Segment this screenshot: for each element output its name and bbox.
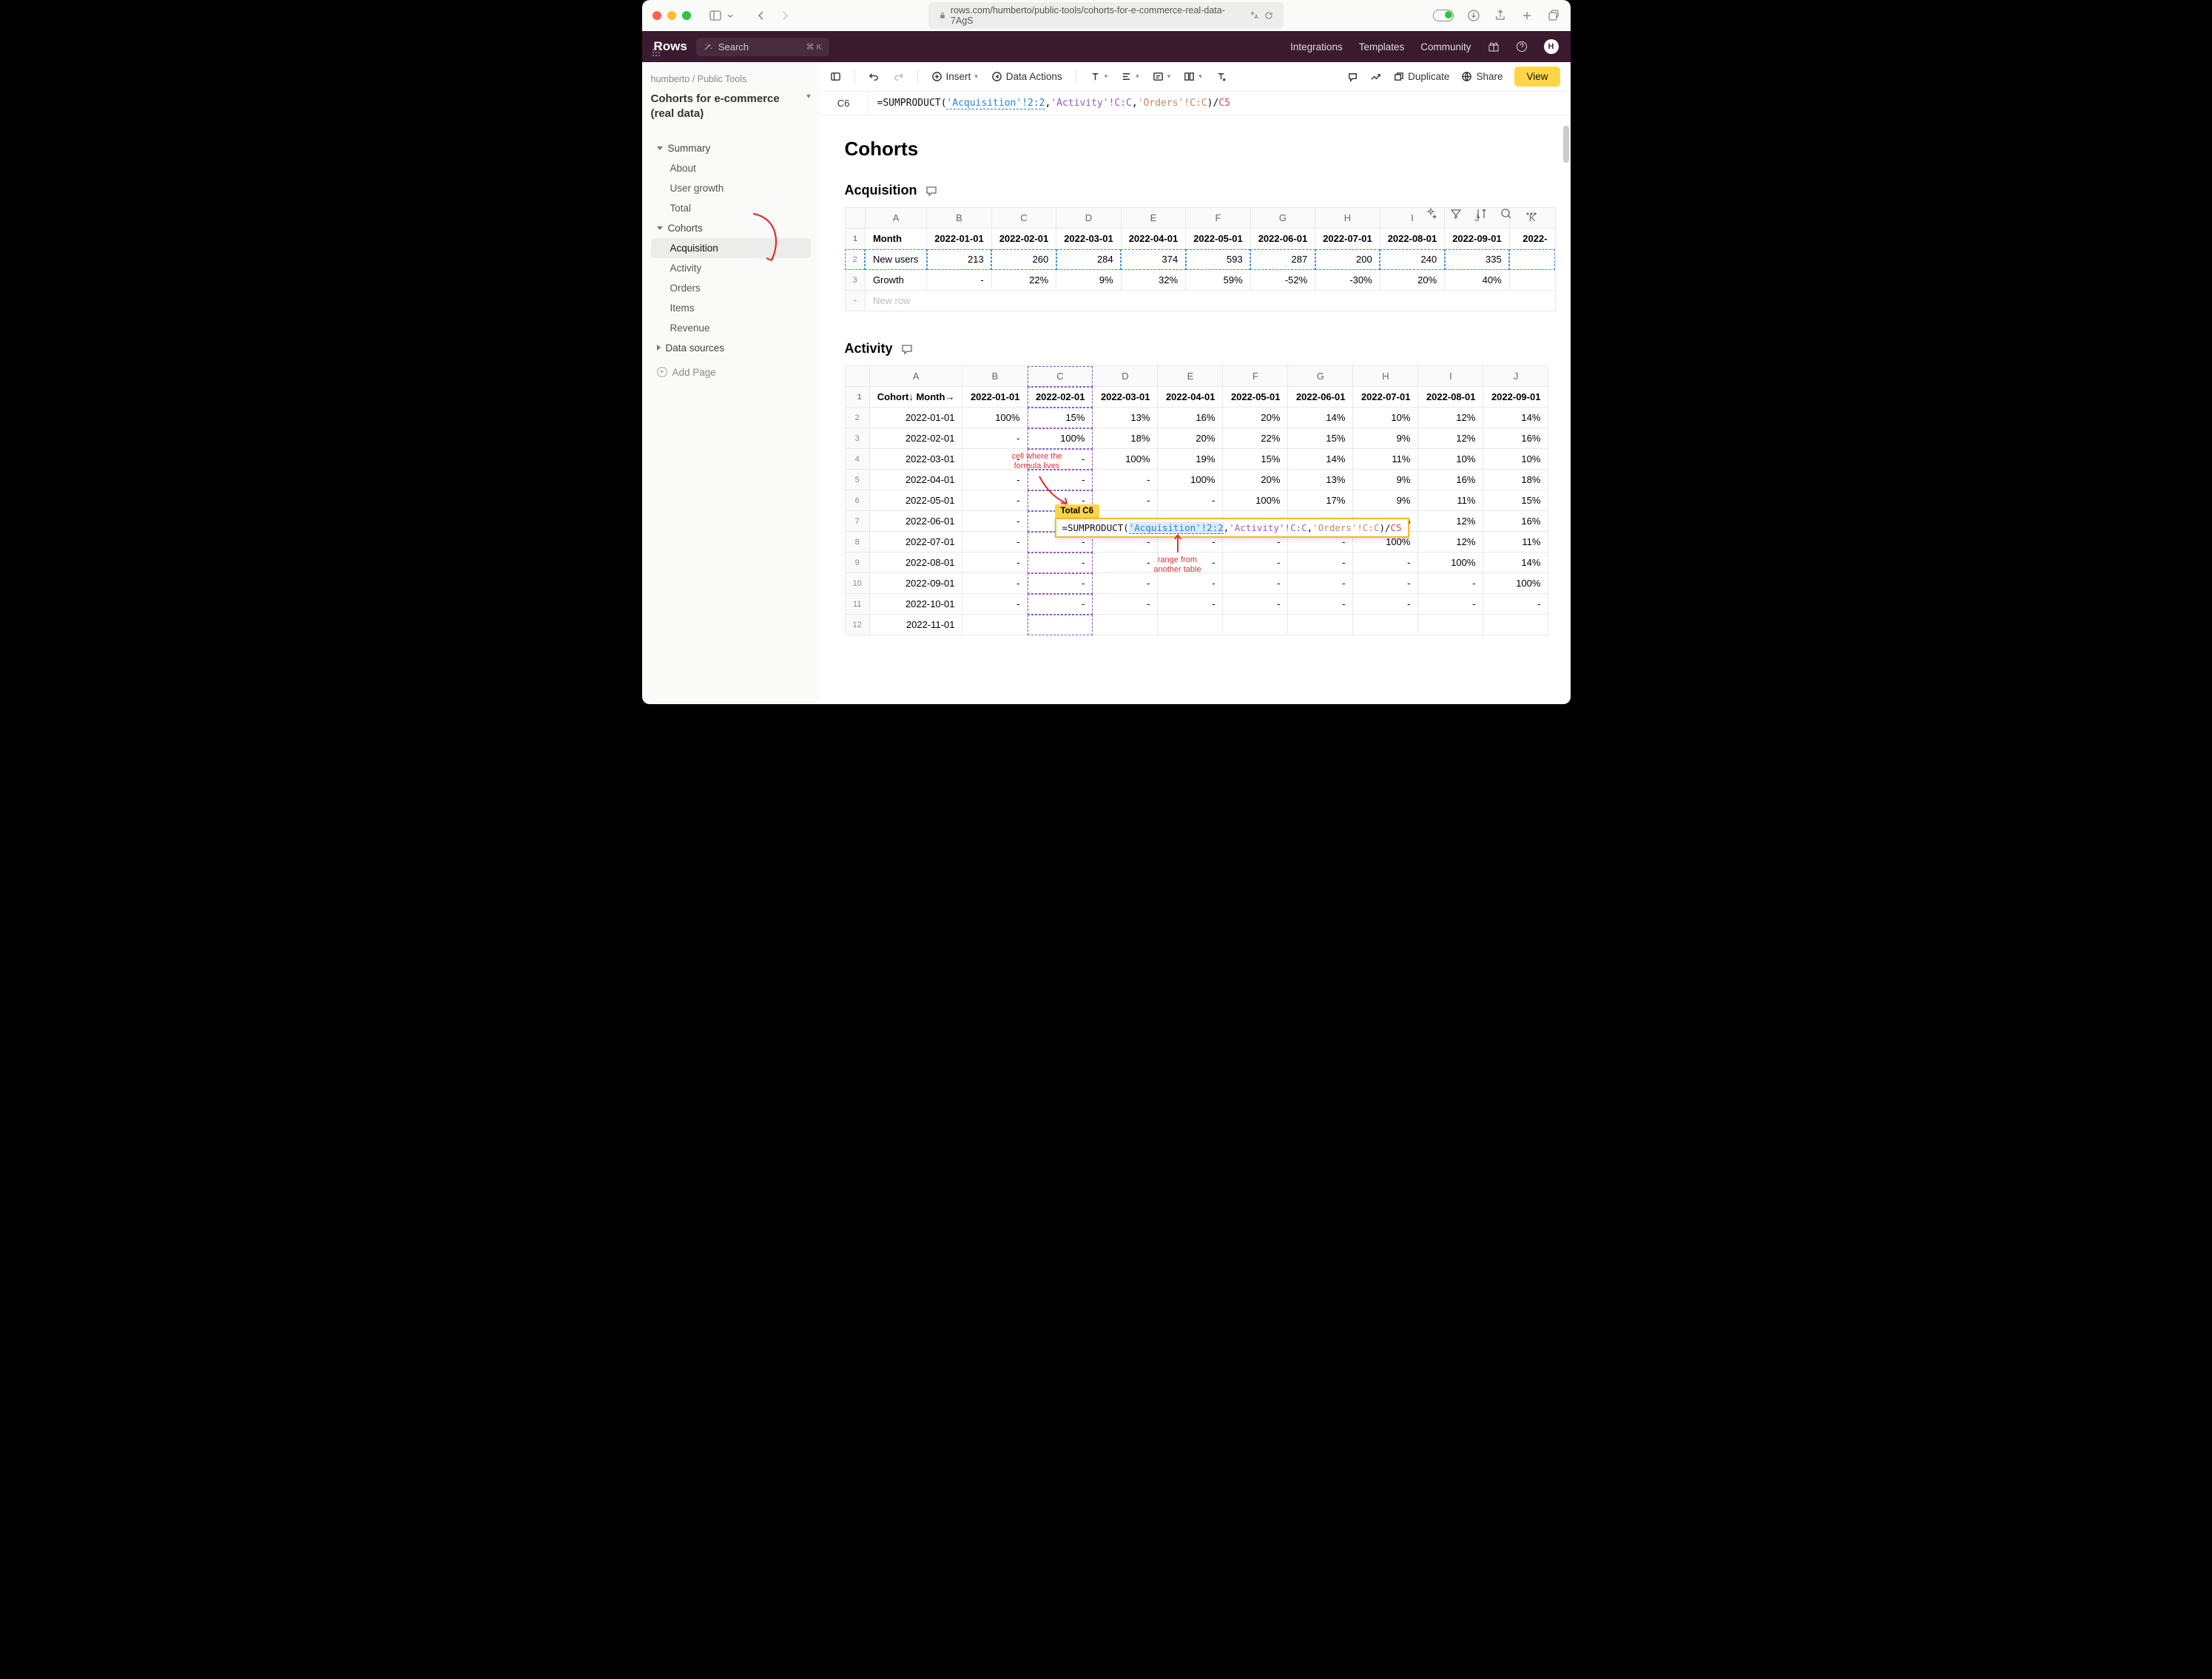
text-format-button[interactable]: ▾ <box>1090 71 1108 82</box>
forward-icon <box>778 9 792 22</box>
data-actions-button[interactable]: Data Actions <box>991 71 1062 82</box>
search-placeholder: Search <box>718 41 749 53</box>
gift-icon[interactable] <box>1488 41 1500 53</box>
sidebar-add-page[interactable]: +Add Page <box>651 362 811 382</box>
merge-button[interactable]: ▾ <box>1184 71 1202 82</box>
lock-icon <box>939 12 946 19</box>
panel-toggle-icon[interactable] <box>830 71 841 82</box>
document-title: Cohorts for e-commerce (real data) ▾ <box>651 92 811 122</box>
redo-button[interactable] <box>893 71 904 82</box>
share-icon[interactable] <box>1494 9 1507 22</box>
app-header: Rows Search ⌘ K Integrations Templates C… <box>642 31 1571 62</box>
more-icon[interactable] <box>1525 207 1538 220</box>
formula-text[interactable]: =SUMPRODUCT('Acquisition'!2:2,'Activity'… <box>869 98 1230 109</box>
sort-icon[interactable] <box>1474 207 1488 220</box>
sidebar-item-user-growth[interactable]: User growth <box>651 178 811 198</box>
close-window-button[interactable] <box>653 11 661 20</box>
wrap-button[interactable]: ▾ <box>1153 71 1171 82</box>
search-kbd: ⌘ K <box>806 42 821 52</box>
toolbar: Insert▾ Data Actions ▾ ▾ ▾ ▾ Duplicate S… <box>820 62 1571 92</box>
wand-icon <box>704 42 712 51</box>
sidebar-item-items[interactable]: Items <box>651 298 811 318</box>
formula-bar[interactable]: C6 =SUMPRODUCT('Acquisition'!2:2,'Activi… <box>820 92 1571 115</box>
sidebar-item-revenue[interactable]: Revenue <box>651 318 811 338</box>
tabs-icon[interactable] <box>1547 9 1560 22</box>
reload-icon[interactable] <box>1264 11 1273 20</box>
scrollbar[interactable] <box>1563 126 1569 163</box>
sidebar-item-data-sources[interactable]: Data sources <box>651 338 811 358</box>
back-icon[interactable] <box>755 9 768 22</box>
section-title-acquisition: Acquisition <box>845 183 1556 198</box>
download-icon[interactable] <box>1467 9 1480 22</box>
search-input[interactable]: Search ⌘ K <box>696 38 829 56</box>
sidebar-item-acquisition[interactable]: Acquisition <box>651 238 811 258</box>
sidebar-item-orders[interactable]: Orders <box>651 278 811 298</box>
sidebar-item-about[interactable]: About <box>651 158 811 178</box>
sidebar-item-summary[interactable]: Summary <box>651 138 811 158</box>
view-button[interactable]: View <box>1514 67 1559 87</box>
clear-format-button[interactable] <box>1215 71 1227 82</box>
comment-icon[interactable] <box>900 342 914 356</box>
section-title-activity: Activity <box>845 341 1556 357</box>
filter-icon[interactable] <box>1449 207 1463 220</box>
cell-reference[interactable]: C6 <box>820 92 869 115</box>
extension-toggle[interactable] <box>1433 10 1454 21</box>
trend-icon[interactable] <box>1370 71 1381 82</box>
browser-titlebar: rows.com/humberto/public-tools/cohorts-f… <box>642 0 1571 31</box>
align-button[interactable]: ▾ <box>1121 71 1139 82</box>
cell-tooltip: Total C6 <box>1055 504 1100 518</box>
main-content: Insert▾ Data Actions ▾ ▾ ▾ ▾ Duplicate S… <box>820 62 1571 704</box>
url-bar[interactable]: rows.com/humberto/public-tools/cohorts-f… <box>928 2 1284 29</box>
nav-templates[interactable]: Templates <box>1359 41 1405 53</box>
comment-icon[interactable] <box>925 184 938 197</box>
comment-icon[interactable] <box>1347 71 1358 82</box>
maximize-window-button[interactable] <box>682 11 691 20</box>
sidebar-item-cohorts[interactable]: Cohorts <box>651 218 811 238</box>
sidebar-toggle-icon[interactable] <box>709 9 722 22</box>
avatar[interactable]: H <box>1544 39 1559 54</box>
insert-button[interactable]: Insert▾ <box>931 71 978 82</box>
activity-table[interactable]: ABCDEFGHIJ1Cohort↓ Month→2022-01-012022-… <box>845 365 1549 635</box>
breadcrumb[interactable]: humberto / Public Tools <box>651 74 811 84</box>
nav-integrations[interactable]: Integrations <box>1290 41 1343 53</box>
sidebar: humberto / Public Tools Cohorts for e-co… <box>642 62 820 704</box>
sidebar-item-activity[interactable]: Activity <box>651 258 811 278</box>
chevron-down-icon[interactable] <box>726 9 734 22</box>
duplicate-button[interactable]: Duplicate <box>1393 71 1449 82</box>
undo-button[interactable] <box>869 71 880 82</box>
translate-icon[interactable] <box>1250 11 1258 20</box>
search-icon[interactable] <box>1500 207 1513 220</box>
sidebar-item-total[interactable]: Total <box>651 198 811 218</box>
app-grid-icon[interactable] <box>653 49 660 56</box>
share-button[interactable]: Share <box>1461 71 1503 82</box>
page-title: Cohorts <box>845 138 1556 161</box>
sparkle-icon[interactable] <box>1424 207 1437 220</box>
new-tab-icon[interactable] <box>1520 9 1534 22</box>
url-text: rows.com/humberto/public-tools/cohorts-f… <box>951 5 1245 26</box>
acquisition-table[interactable]: ABCDEFGHIJK1Month2022-01-012022-02-01202… <box>845 207 1556 311</box>
inline-formula-edit[interactable]: =SUMPRODUCT('Acquisition'!2:2,'Activity'… <box>1055 518 1409 538</box>
nav-community[interactable]: Community <box>1420 41 1471 53</box>
help-icon[interactable] <box>1516 41 1528 53</box>
minimize-window-button[interactable] <box>667 11 676 20</box>
